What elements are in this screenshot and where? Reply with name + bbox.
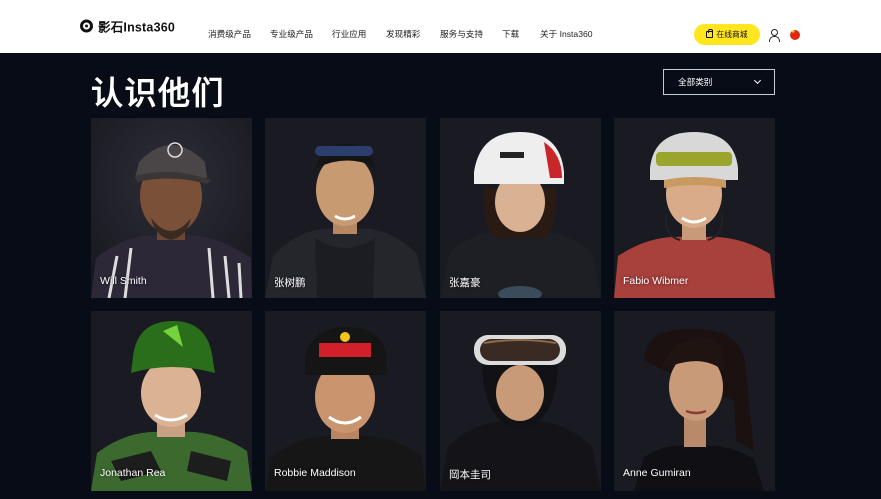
brand-logo[interactable]: 影石Insta360: [80, 17, 175, 36]
person-name: 张嘉豪: [449, 277, 481, 289]
nav-professional-products[interactable]: 专业级产品: [270, 28, 313, 40]
nav-discover[interactable]: 发现精彩: [386, 28, 420, 40]
online-shop-button[interactable]: 在线商城: [694, 24, 760, 45]
zhang-shupeng-portrait: [265, 118, 426, 298]
person-name: Robbie Maddison: [274, 467, 356, 479]
person-name: Anne Gumiran: [623, 467, 691, 479]
nav-download[interactable]: 下载: [502, 28, 519, 40]
person-card-fabio-wibmer[interactable]: Fabio Wibmer: [614, 118, 775, 298]
person-card-robbie-maddison[interactable]: Robbie Maddison: [265, 311, 426, 491]
nav-about[interactable]: 关于 Insta360: [540, 28, 593, 40]
logo-icon: [80, 19, 93, 33]
person-card-okamoto-keiji[interactable]: 岡本圭司: [440, 311, 601, 491]
zhang-jiahao-portrait: [440, 118, 601, 298]
fabio-wibmer-portrait: [614, 118, 775, 298]
page-title: 认识他们: [91, 75, 226, 111]
top-navbar: 影石Insta360 消费级产品 专业级产品 行业应用 发现精彩 服务与支持 下…: [0, 0, 881, 53]
chevron-down-icon: [753, 76, 762, 85]
flag-icon[interactable]: [790, 29, 800, 40]
person-card-zhang-shupeng[interactable]: 张树鹏: [265, 118, 426, 298]
person-name: Will Smith: [100, 275, 147, 287]
okamoto-keiji-portrait: [440, 311, 601, 491]
person-card-will-smith[interactable]: Will Smith: [91, 118, 252, 298]
bag-icon: [706, 29, 714, 38]
user-icon[interactable]: [768, 29, 780, 42]
person-card-anne-gumiran[interactable]: Anne Gumiran: [614, 311, 775, 491]
will-smith-portrait: [91, 118, 252, 298]
person-card-jonathan-rea[interactable]: Jonathan Rea: [91, 311, 252, 491]
person-name: 岡本圭司: [449, 469, 491, 481]
nav-industry-applications[interactable]: 行业应用: [332, 28, 366, 40]
person-name: Jonathan Rea: [100, 467, 166, 479]
person-card-zhang-jiahao[interactable]: 张嘉豪: [440, 118, 601, 298]
online-shop-label: 在线商城: [716, 30, 748, 39]
person-name: Fabio Wibmer: [623, 275, 689, 287]
nav-consumer-products[interactable]: 消费级产品: [208, 28, 251, 40]
category-filter-dropdown[interactable]: 全部类别: [663, 69, 775, 95]
brand-name: 影石Insta360: [98, 20, 176, 35]
anne-gumiran-portrait: [614, 311, 775, 491]
category-filter-label: 全部类别: [678, 77, 713, 87]
person-name: 张树鹏: [274, 277, 306, 289]
robbie-maddison-portrait: [265, 311, 426, 491]
nav-service-support[interactable]: 服务与支持: [440, 28, 483, 40]
jonathan-rea-portrait: [91, 311, 252, 491]
